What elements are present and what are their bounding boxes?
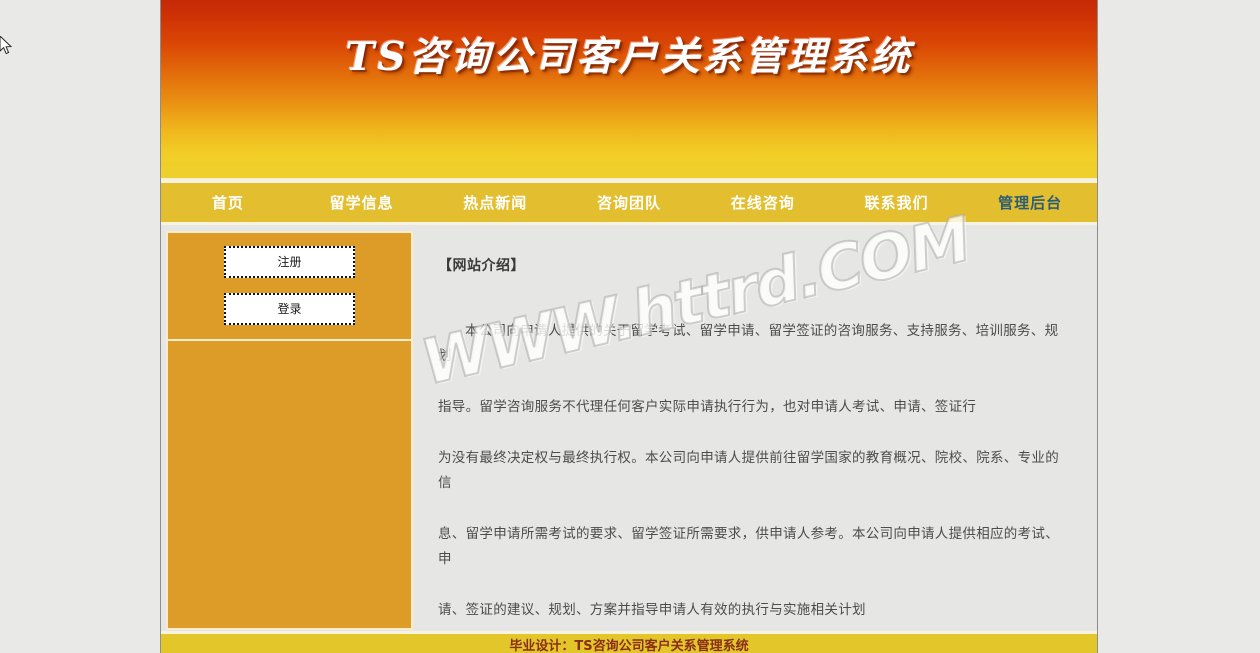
mouse-cursor-icon [0, 36, 13, 55]
sidebar: 注册 登录 [166, 231, 413, 630]
site-title: TS咨询公司客户关系管理系统 [345, 34, 913, 80]
nav-item-hot-news[interactable]: 热点新闻 [428, 192, 562, 213]
main-content: 【网站介绍】 本公司向申请人提供的关于留学考试、留学申请、留学签证的咨询服务、支… [413, 201, 1097, 623]
content-paragraph: 息、留学申请所需考试的要求、留学签证所需要求，供申请人参考。本公司向申请人提供相… [438, 526, 1059, 567]
sidebar-empty-panel [166, 341, 413, 630]
content-paragraphs: 本公司向申请人提供的关于留学考试、留学申请、留学签证的咨询服务、支持服务、培训服… [438, 319, 1071, 623]
nav-item-study-abroad-info[interactable]: 留学信息 [295, 192, 429, 213]
nav-item-consulting-team[interactable]: 咨询团队 [562, 192, 696, 213]
content-paragraph: 请、签证的建议、规划、方案并指导申请人有效的执行与实施相关计划 [438, 602, 866, 618]
sidebar-account-box: 注册 登录 [166, 231, 413, 341]
main-navigation: 首页 留学信息 热点新闻 咨询团队 在线咨询 联系我们 管理后台 [161, 180, 1097, 225]
site-banner: TS咨询公司客户关系管理系统 [161, 0, 1097, 180]
login-button[interactable]: 登录 [224, 293, 355, 325]
content-paragraph: 本公司向申请人提供的关于留学考试、留学申请、留学签证的咨询服务、支持服务、培训服… [438, 323, 1059, 364]
nav-item-contact-us[interactable]: 联系我们 [830, 192, 964, 213]
nav-item-online-consulting[interactable]: 在线咨询 [696, 192, 830, 213]
content-paragraph: 指导。留学咨询服务不代理任何客户实际申请执行行为，也对申请人考试、申请、签证行 [438, 399, 977, 415]
body-columns: 注册 登录 【网站介绍】 本公司向申请人提供的关于留学考试、留学申请、留学签证的… [161, 201, 1097, 630]
page-root: TS咨询公司客户关系管理系统 首页 留学信息 热点新闻 咨询团队 在线咨询 联系我们 管理后… [0, 0, 1260, 653]
nav-item-home[interactable]: 首页 [161, 192, 295, 213]
content-heading: 【网站介绍】 [438, 258, 525, 274]
site-footer: 毕业设计：TS咨询公司客户关系管理系统 [161, 631, 1097, 653]
register-button[interactable]: 注册 [224, 246, 355, 278]
nav-item-admin-backend[interactable]: 管理后台 [963, 192, 1097, 213]
site-container: TS咨询公司客户关系管理系统 首页 留学信息 热点新闻 咨询团队 在线咨询 联系我们 管理后… [160, 0, 1098, 653]
content-paragraph: 为没有最终决定权与最终执行权。本公司向申请人提供前往留学国家的教育概况、院校、院… [438, 450, 1059, 491]
